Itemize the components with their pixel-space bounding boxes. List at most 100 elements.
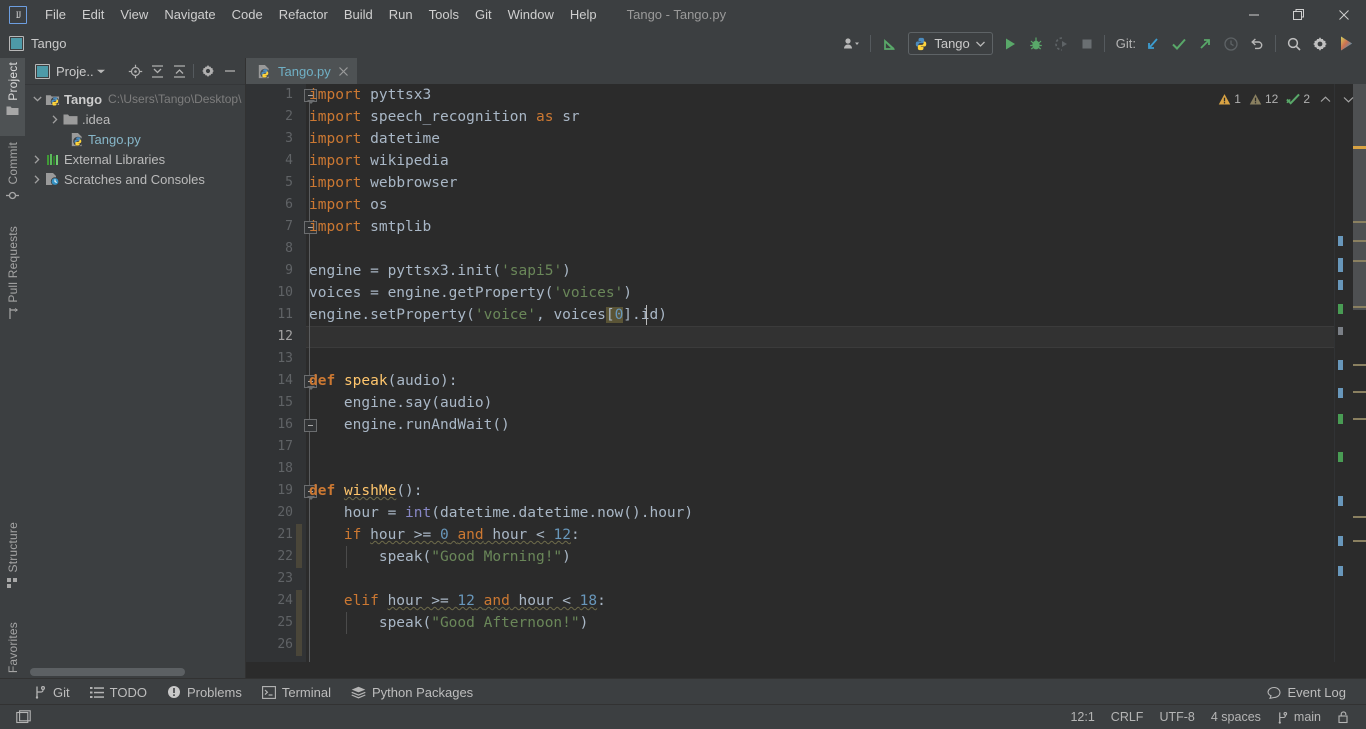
project-panel-horizontal-scrollbar[interactable]	[25, 666, 245, 678]
chevron-right-icon[interactable]	[48, 114, 62, 124]
chevron-down-icon[interactable]	[30, 96, 44, 102]
editor-text-area[interactable]: import pyttsx3 import speech_recognition…	[306, 84, 1366, 662]
menu-item-refactor[interactable]: Refactor	[271, 0, 336, 29]
menu-item-git[interactable]: Git	[467, 0, 500, 29]
git-commit-icon[interactable]	[1166, 29, 1192, 58]
code-editor[interactable]: 1 2 3 4 5 6 7 8 9 10 11 12 13 14 15 16 1…	[246, 84, 1366, 662]
scrollbar-thumb[interactable]	[30, 668, 185, 676]
sidebar-item-project[interactable]: Project	[0, 58, 25, 136]
tool-window-button-python-packages[interactable]: Python Packages	[341, 679, 483, 705]
indent-setting[interactable]: 4 spaces	[1203, 705, 1269, 729]
weak-warning-marker[interactable]	[1353, 260, 1366, 262]
tool-window-button-event-log[interactable]: Event Log	[1257, 679, 1356, 705]
usage-marker[interactable]	[1338, 258, 1343, 272]
gear-icon[interactable]	[1307, 29, 1333, 58]
tree-item-scratches-and-consoles[interactable]: Scratches and Consoles	[25, 169, 245, 189]
inspection-widget[interactable]: 1 12 2	[1216, 88, 1358, 110]
project-panel-title[interactable]: Proje..	[35, 63, 105, 79]
run-coverage-button[interactable]	[1049, 29, 1075, 58]
usage-marker[interactable]	[1338, 536, 1343, 546]
sidebar-item-commit[interactable]: Commit	[0, 138, 25, 218]
select-opened-file-icon[interactable]	[124, 58, 146, 84]
weak-warning-marker[interactable]	[1353, 306, 1366, 308]
tree-item-tango[interactable]: Tango C:\Users\Tango\Desktop\	[25, 89, 245, 109]
vcs-added-marker[interactable]	[1338, 452, 1343, 462]
git-push-icon[interactable]	[1192, 29, 1218, 58]
gear-icon[interactable]	[197, 58, 219, 84]
weak-warning-marker[interactable]	[1353, 516, 1366, 518]
sidebar-item-structure[interactable]: Structure	[0, 518, 25, 616]
maximize-restore-button[interactable]	[1276, 0, 1321, 29]
weak-warning-marker[interactable]	[1353, 364, 1366, 366]
warnings-count[interactable]: 1	[1216, 92, 1243, 106]
editor-gutter[interactable]: 1 2 3 4 5 6 7 8 9 10 11 12 13 14 15 16 1…	[246, 84, 306, 662]
tool-window-button-todo[interactable]: TODO	[80, 679, 157, 705]
chevron-up-icon[interactable]	[1316, 95, 1335, 103]
menu-item-run[interactable]: Run	[381, 0, 421, 29]
update-project-icon[interactable]	[876, 29, 904, 58]
usage-marker[interactable]	[1338, 236, 1343, 246]
menu-item-window[interactable]: Window	[500, 0, 562, 29]
caret-marker[interactable]	[1353, 146, 1366, 149]
weak-warning-marker[interactable]	[1353, 540, 1366, 542]
usage-marker[interactable]	[1338, 360, 1343, 370]
menu-item-edit[interactable]: Edit	[74, 0, 112, 29]
chevron-down-icon[interactable]	[1339, 96, 1358, 103]
vcs-change-bar[interactable]	[296, 590, 302, 656]
menu-item-help[interactable]: Help	[562, 0, 605, 29]
vcs-change-bar[interactable]	[296, 524, 302, 568]
vcs-added-marker[interactable]	[1338, 304, 1343, 314]
menu-item-tools[interactable]: Tools	[421, 0, 467, 29]
minimize-button[interactable]	[1231, 0, 1276, 29]
vcs-added-marker[interactable]	[1338, 414, 1343, 424]
close-icon[interactable]	[338, 66, 349, 77]
debug-button[interactable]	[1023, 29, 1049, 58]
chevron-right-icon[interactable]	[30, 174, 44, 184]
chevron-right-icon[interactable]	[30, 154, 44, 164]
menu-item-code[interactable]: Code	[224, 0, 271, 29]
ide-help-icon[interactable]	[1333, 29, 1360, 58]
hide-panel-icon[interactable]	[219, 58, 241, 84]
caret-position[interactable]: 12:1	[1062, 705, 1102, 729]
usage-marker[interactable]	[1338, 327, 1343, 335]
readonly-lock-icon[interactable]	[1329, 705, 1358, 729]
run-configuration-selector[interactable]: Tango	[908, 32, 993, 55]
editor-tab-tango-py[interactable]: Tango.py	[246, 58, 357, 84]
search-icon[interactable]	[1281, 29, 1307, 58]
tree-item-external-libraries[interactable]: External Libraries	[25, 149, 245, 169]
menu-item-build[interactable]: Build	[336, 0, 381, 29]
undo-icon[interactable]	[1244, 29, 1270, 58]
menu-item-file[interactable]: File	[37, 0, 74, 29]
tree-item-tango-py[interactable]: Tango.py	[25, 129, 245, 149]
stop-button[interactable]	[1075, 29, 1099, 58]
usage-marker[interactable]	[1338, 388, 1343, 398]
menu-item-view[interactable]: View	[112, 0, 156, 29]
history-icon[interactable]	[1218, 29, 1244, 58]
user-switch-icon[interactable]	[838, 29, 865, 58]
file-encoding[interactable]: UTF-8	[1151, 705, 1202, 729]
editor-marker-scrollbar[interactable]	[1334, 84, 1366, 662]
usage-marker[interactable]	[1338, 496, 1343, 506]
tool-window-button-terminal[interactable]: Terminal	[252, 679, 341, 705]
sidebar-item-pull-requests[interactable]: Pull Requests	[0, 222, 25, 342]
run-button[interactable]	[997, 29, 1023, 58]
close-button[interactable]	[1321, 0, 1366, 29]
weak-warning-marker[interactable]	[1353, 418, 1366, 420]
tool-window-button-problems[interactable]: Problems	[157, 679, 252, 705]
line-separator[interactable]: CRLF	[1103, 705, 1152, 729]
weak-warning-marker[interactable]	[1353, 221, 1366, 223]
usage-marker[interactable]	[1338, 566, 1343, 576]
tool-window-button-git[interactable]: Git	[24, 679, 80, 705]
layout-icon[interactable]	[8, 705, 39, 729]
usage-marker[interactable]	[1338, 280, 1343, 290]
git-update-icon[interactable]	[1140, 29, 1166, 58]
inspection-ok-count[interactable]: 2	[1284, 92, 1312, 106]
collapse-all-icon[interactable]	[168, 58, 190, 84]
expand-all-icon[interactable]	[146, 58, 168, 84]
weak-warning-marker[interactable]	[1353, 240, 1366, 242]
weak-warning-marker[interactable]	[1353, 391, 1366, 393]
weak-warnings-count[interactable]: 12	[1247, 92, 1280, 106]
tree-item-idea[interactable]: .idea	[25, 109, 245, 129]
editor-scrollbar-thumb[interactable]	[1353, 84, 1366, 310]
git-branch-widget[interactable]: main	[1269, 705, 1329, 729]
